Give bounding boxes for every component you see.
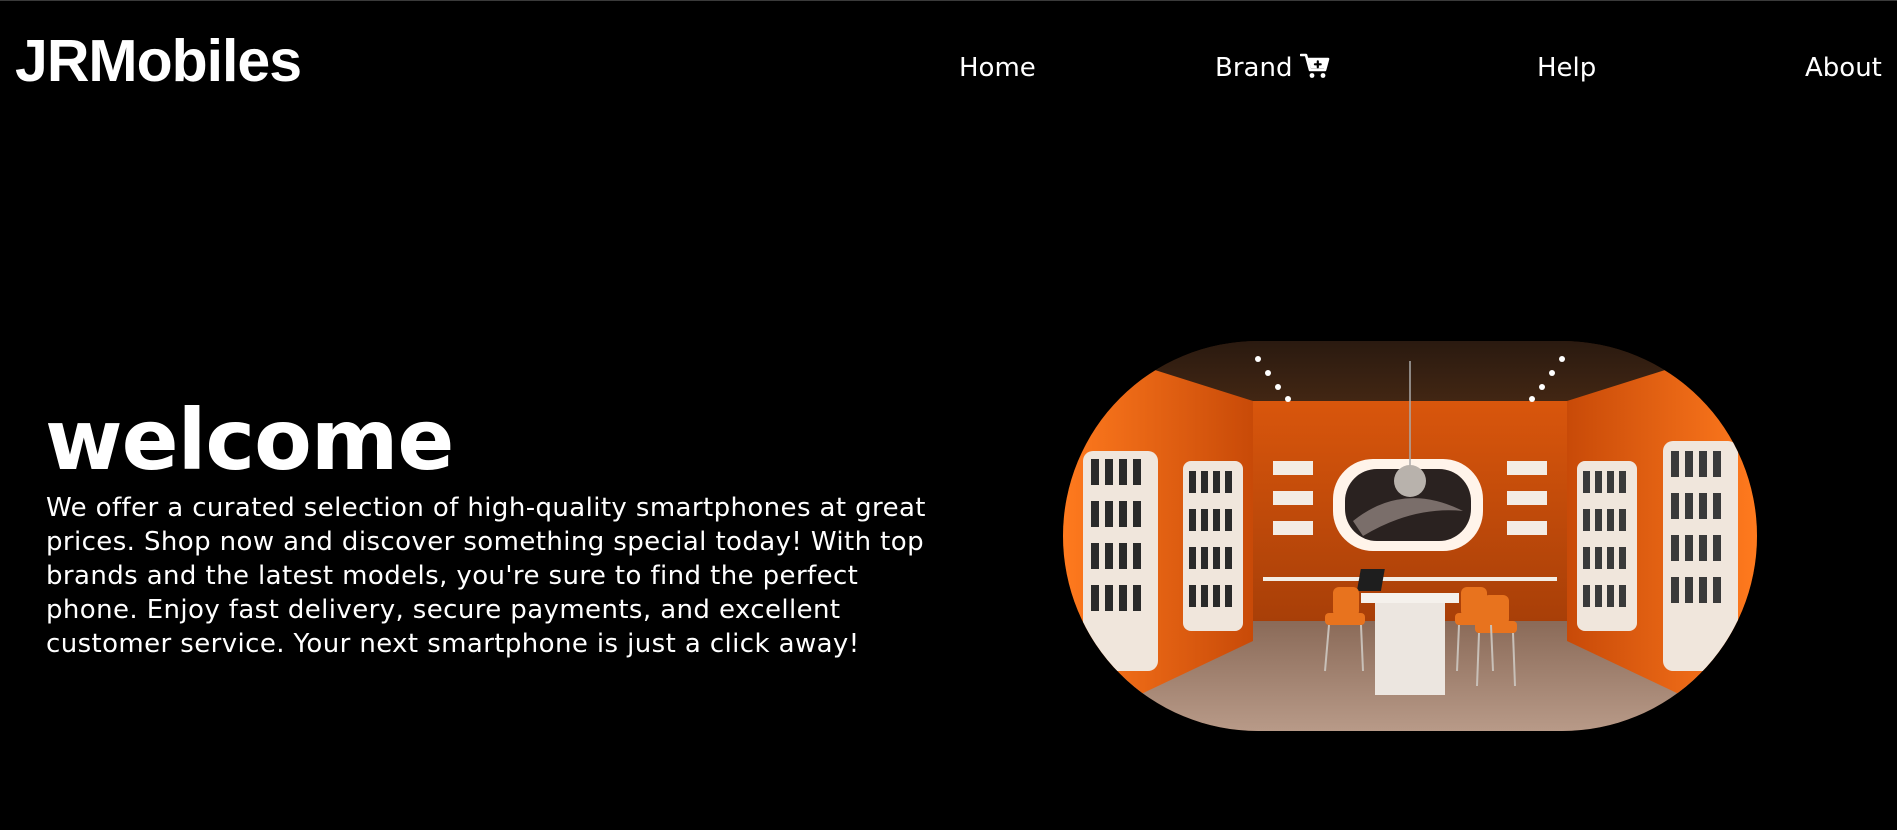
nav-brand-label: Brand	[1215, 53, 1293, 83]
site-logo[interactable]: JRMobiles	[15, 24, 302, 98]
top-border	[0, 0, 1897, 1]
cart-plus-icon	[1300, 53, 1330, 79]
nav-brand-link[interactable]: Brand	[1215, 50, 1330, 86]
nav-help-link[interactable]: Help	[1537, 50, 1596, 86]
hero-description: We offer a curated selection of high-qua…	[46, 493, 926, 659]
nav-home-label: Home	[959, 53, 1036, 83]
nav-about-label: About	[1805, 53, 1882, 83]
nav-help-label: Help	[1537, 53, 1597, 83]
store-interior-image	[1063, 341, 1757, 731]
nav-home-link[interactable]: Home	[959, 50, 1036, 86]
hero-title: welcome	[45, 391, 454, 489]
nav-about-link[interactable]: About	[1805, 50, 1882, 86]
